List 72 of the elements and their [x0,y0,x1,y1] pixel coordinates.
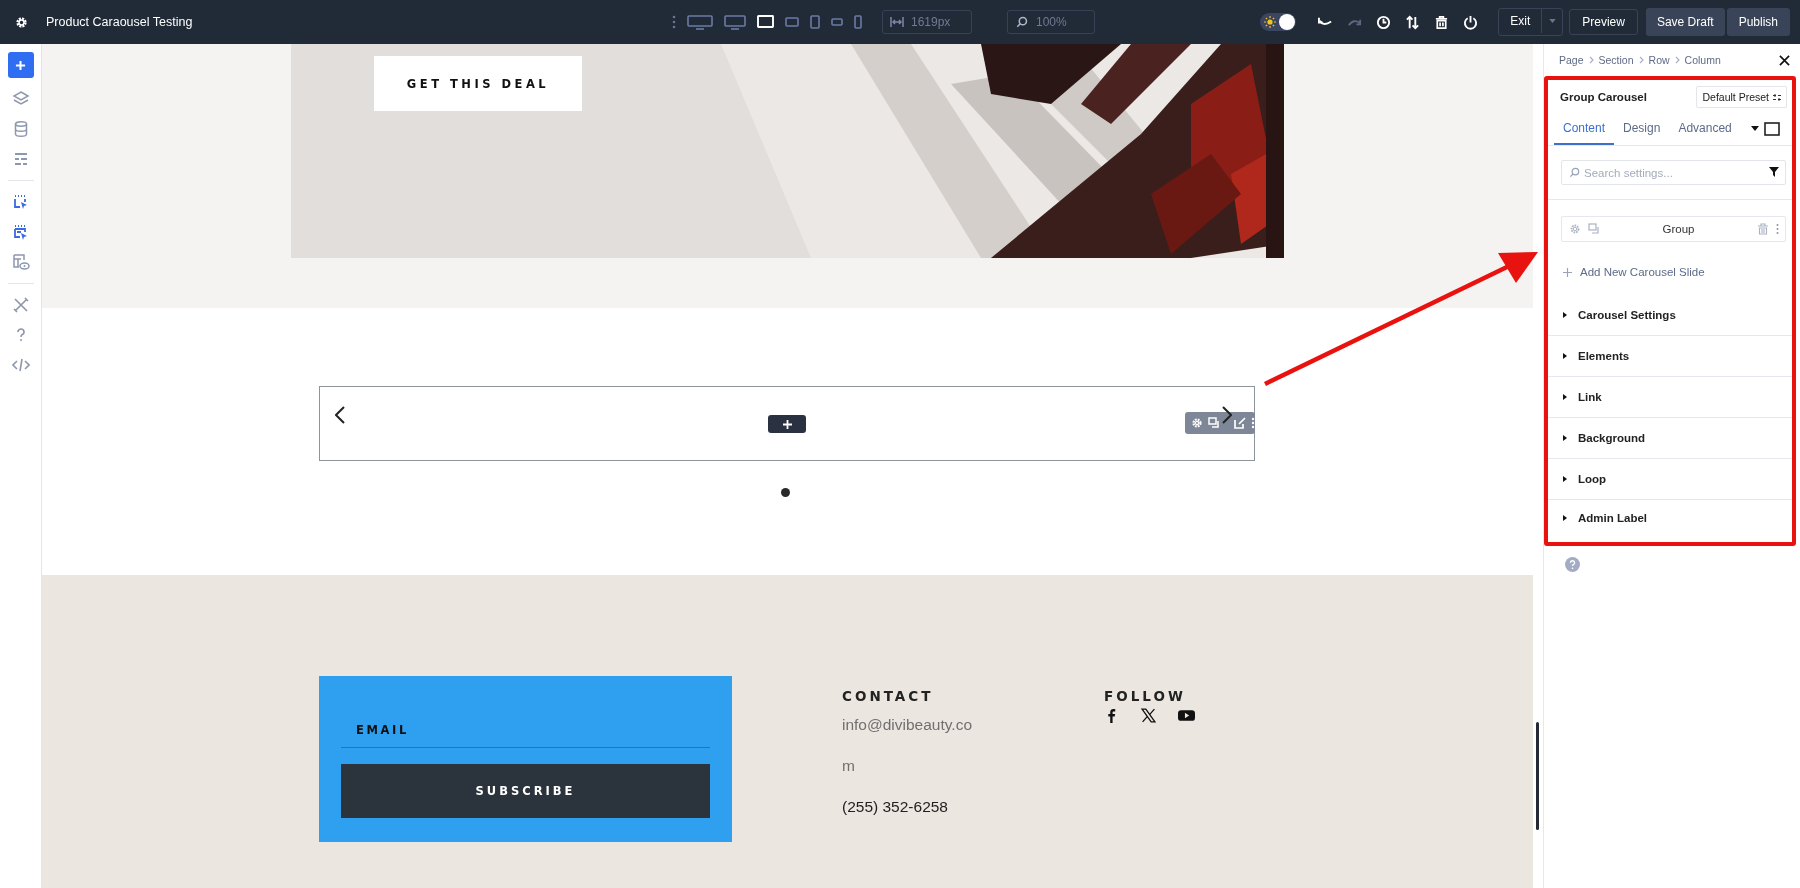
monitor-icon[interactable] [757,14,774,30]
filter-icon[interactable] [1769,167,1779,177]
add-module-button[interactable] [768,415,806,433]
plus-icon [782,419,792,429]
page-title: Product Caraousel Testing [46,15,193,29]
chevron-icon [1588,56,1594,64]
close-icon[interactable] [1779,54,1790,66]
plus-icon [1563,267,1572,277]
slide-label: Group [1661,223,1696,235]
phone-icon[interactable] [854,14,862,30]
more-icon[interactable] [1251,417,1255,429]
help-icon[interactable] [1565,557,1580,572]
power-icon[interactable] [1463,14,1479,30]
preview-button[interactable]: Preview [1569,9,1638,35]
settings-group[interactable]: Admin Label [1548,500,1792,536]
breadcrumb-link[interactable]: Column [1684,54,1721,66]
duplicate-icon[interactable] [1588,223,1600,235]
layout-preview-icon[interactable] [11,253,30,271]
caret-icon [1548,19,1556,23]
breadcrumb-link[interactable]: Row [1648,54,1670,66]
email-field[interactable]: EMAIL [341,698,710,748]
contact-heading: CONTACT [842,688,935,704]
search-field[interactable]: Search settings... [1561,160,1786,185]
preset-button[interactable]: Default Preset [1696,86,1787,108]
layers-icon[interactable] [11,90,30,108]
settings-group[interactable]: Elements [1548,336,1792,377]
tools-icon[interactable] [11,296,30,314]
width-icon [890,16,904,28]
sort-icon[interactable] [1405,14,1421,30]
search-icon [1015,16,1029,28]
tablet-icon[interactable] [810,14,820,30]
video-play-icon[interactable] [1178,709,1195,722]
email-text: m [842,756,856,776]
code-icon[interactable] [11,356,30,374]
add-button[interactable] [7,52,34,78]
tab[interactable]: Design [1614,112,1670,145]
chevron-icon [1638,56,1644,64]
tab[interactable]: Content [1554,112,1615,145]
more-icon[interactable] [672,15,676,29]
carousel-dot[interactable] [781,488,790,497]
square-icon[interactable] [1763,121,1780,136]
add-slide-button[interactable]: Add New Carousel Slide [1548,262,1705,282]
settings-group[interactable]: Background [1548,418,1792,459]
settings-icon[interactable] [14,14,29,30]
email-text: info@divibeauty.co [842,715,974,735]
follow-heading: FOLLOW [1104,688,1187,704]
theme-toggle[interactable] [1260,13,1297,31]
tab[interactable]: Advanced [1669,112,1741,145]
preset-icon [1773,93,1781,101]
module-title: Group Carousel [1560,91,1647,103]
deal-button[interactable]: GET THIS DEAL [374,56,582,111]
settings-group[interactable]: Carousel Settings [1548,295,1792,336]
save-draft-button[interactable]: Save Draft [1645,8,1725,36]
breadcrumb-link[interactable]: Section [1598,54,1634,66]
more-icon[interactable] [1776,223,1779,235]
plus-icon [15,59,26,71]
edit-icon[interactable] [1234,417,1246,429]
chevron-icon [1674,56,1680,64]
publish-button[interactable]: Publish [1726,8,1790,36]
history-icon[interactable] [1376,14,1392,30]
sun-icon [1264,16,1277,28]
caret-icon[interactable] [1750,126,1759,131]
scrollbar-thumb[interactable] [1536,722,1539,830]
settings-group[interactable]: Loop [1548,459,1792,500]
phone-text: (255) 352-6258 [842,798,949,816]
tablet-icon[interactable] [785,14,799,30]
subscribe-button[interactable]: SUBSCRIBE [341,764,710,818]
search-icon [1569,167,1580,178]
breadcrumb-link[interactable]: Page [1559,54,1584,66]
slide-item[interactable]: Group [1561,216,1786,242]
x-icon[interactable] [1141,708,1156,723]
settings-group[interactable]: Link [1548,377,1792,418]
